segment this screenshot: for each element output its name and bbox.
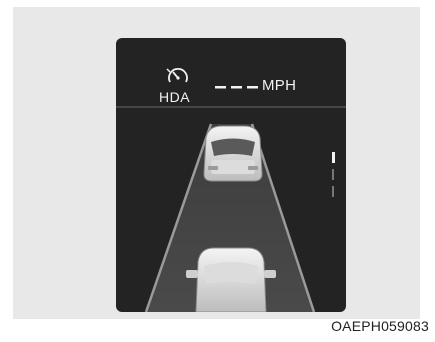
figure-code: OAEPH059083 (331, 318, 429, 334)
lead-vehicle-icon (203, 125, 263, 182)
hda-indicator: HDA (159, 66, 197, 106)
hda-label: HDA (159, 89, 191, 105)
speed-unit: MPH (262, 77, 297, 94)
distance-level-indicator (332, 152, 335, 197)
hda-speedometer-icon (166, 68, 188, 83)
driving-assist-scene (116, 106, 346, 312)
set-speed-value (215, 86, 258, 89)
cluster-display: HDA MPH (116, 38, 346, 312)
own-vehicle-icon (186, 247, 276, 312)
